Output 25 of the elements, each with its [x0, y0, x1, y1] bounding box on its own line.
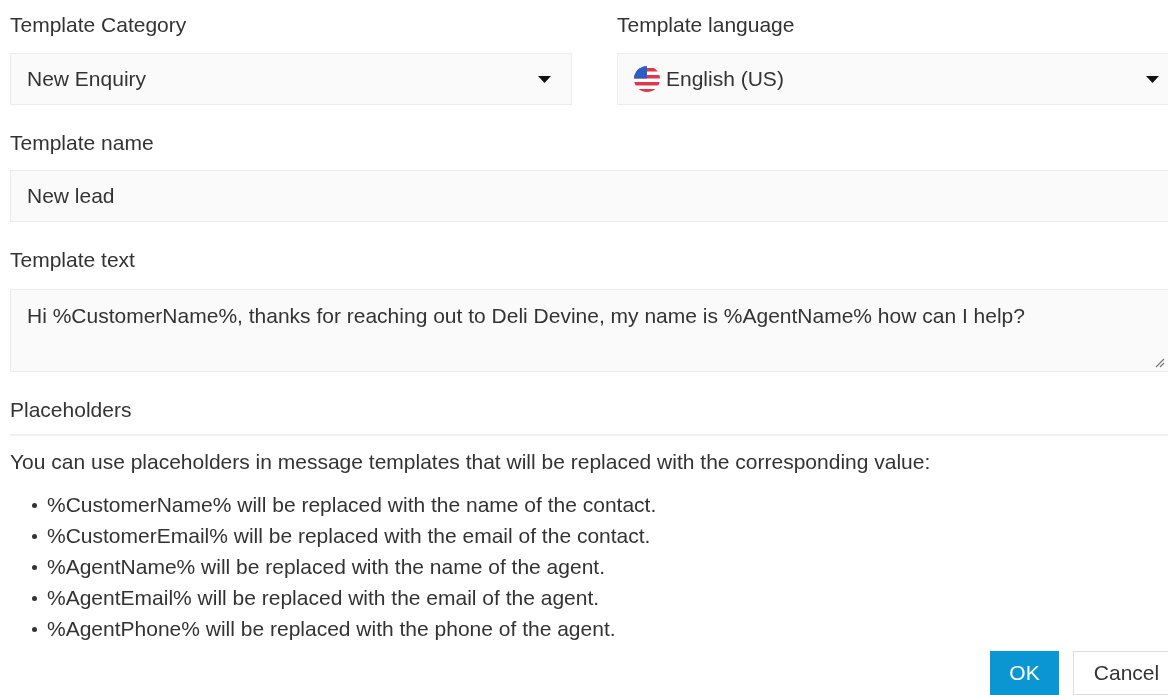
- intro-text: You can use placeholders in message templates that will be replaced with the corresponding value:: [10, 450, 932, 474]
- field-label: Template text: [10, 248, 135, 272]
- resize-grip-icon: [1155, 358, 1165, 368]
- caret-icon: [1146, 75, 1159, 83]
- category-select[interactable]: New Enquiry: [10, 53, 572, 105]
- bullet-icon: [32, 533, 37, 539]
- bullet-icon: [32, 502, 37, 508]
- placeholder-description: %CustomerName% will be replaced with the name of the contact.: [47, 493, 657, 517]
- placeholder-description: %CustomerEmail% will be replaced with the email of the contact.: [47, 524, 651, 548]
- placeholder-description: %AgentPhone% will be replaced with the phone of the agent.: [47, 617, 616, 641]
- bullet-icon: [32, 626, 37, 632]
- caret-icon: [538, 75, 551, 83]
- field-label: Template Category: [10, 13, 187, 37]
- field-label: Template language: [617, 13, 795, 37]
- placeholder-description: %AgentEmail% will be replaced with the email of the agent.: [47, 586, 600, 610]
- language-select[interactable]: English (US): [617, 53, 1168, 105]
- placeholder-description: %AgentName% will be replaced with the name of the agent.: [47, 555, 605, 579]
- bullet-icon: [32, 564, 37, 570]
- field-label: Template name: [10, 131, 154, 155]
- bullet-icon: [32, 595, 37, 601]
- us-flag-icon: [634, 66, 660, 92]
- template-name-field[interactable]: New lead: [10, 170, 1168, 222]
- cancel-button[interactable]: Cancel: [1073, 651, 1168, 695]
- section-heading: Placeholders: [10, 398, 132, 422]
- template-text-area[interactable]: Hi %CustomerName%, thanks for reaching out to Deli Devine, my name is %AgentName% how can I help?: [10, 289, 1168, 372]
